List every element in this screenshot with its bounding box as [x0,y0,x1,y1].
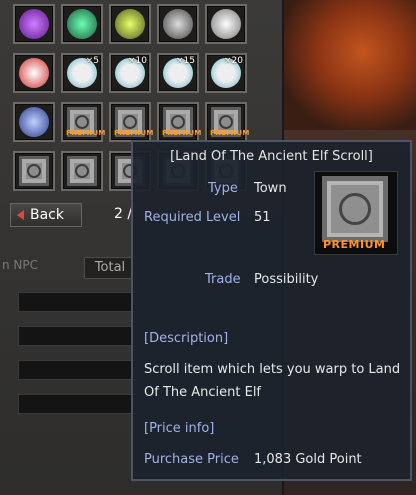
scroll-icon [67,156,97,186]
item-tooltip: [Land Of The Ancient Elf Scroll] Type To… [131,140,412,481]
yellow-gear-icon [115,9,145,39]
inventory-slot[interactable] [13,53,55,93]
stack-count: ×20 [224,56,243,66]
total-row [18,292,135,312]
description-text: Scroll item which lets you warp to Land … [144,362,401,400]
scroll-icon [19,156,49,186]
total-row [18,326,135,346]
total-tab[interactable]: Total [84,257,136,279]
inventory-slot[interactable]: PREMIUM [205,102,250,142]
trade-value: Possibility [254,272,319,287]
back-label: Back [30,207,64,223]
inventory-slot[interactable] [13,102,55,142]
back-button[interactable]: Back [10,203,82,227]
premium-tag: PREMIUM [210,129,250,137]
back-arrow-icon [17,210,24,220]
total-row [18,394,135,414]
page-number: 2 / [114,206,133,222]
green-gear-icon [67,9,97,39]
inventory-slot[interactable]: PREMIUM [109,102,154,142]
premium-tag: PREMIUM [162,129,202,137]
inventory-slot[interactable] [61,4,103,44]
skull-gear-icon [163,9,193,39]
inventory-slot[interactable]: PREMIUM [157,102,202,142]
inventory-slot[interactable] [61,151,103,191]
type-label: Type [208,181,238,196]
inventory-slot[interactable]: ×20 [205,53,247,93]
price-info-header: [Price info] [144,421,215,436]
inventory-slot[interactable]: ×10 [109,53,151,93]
npc-label: n NPC [2,258,39,272]
inventory-slot[interactable]: ×5 [61,53,103,93]
red-helmet-icon [19,58,49,88]
premium-tag: PREMIUM [66,129,106,137]
item-title: [Land Of The Ancient Elf Scroll] [170,149,373,164]
player-character [282,0,416,130]
inventory-slot[interactable] [205,4,247,44]
required-level-label: Required Level [144,210,241,225]
type-value: Town [254,181,287,196]
item-image: PREMIUM [314,171,398,255]
description-header: [Description] [144,331,229,346]
inventory-slot[interactable] [109,4,151,44]
trade-label: Trade [205,272,241,287]
stack-count: ×5 [85,56,99,66]
stack-count: ×15 [176,56,195,66]
premium-badge: PREMIUM [323,238,386,251]
total-row [18,360,135,380]
stack-count: ×10 [128,56,147,66]
swirl-gem-icon [19,107,49,137]
inventory-slot[interactable] [13,151,55,191]
required-level-value: 51 [254,210,271,225]
inventory-slot[interactable] [157,4,199,44]
purchase-price-label: Purchase Price [144,452,239,467]
inventory-slot[interactable] [13,4,55,44]
scroll-icon [322,176,388,242]
purchase-price-value: 1,083 Gold Point [254,452,362,467]
premium-tag: PREMIUM [114,129,154,137]
helmet-icon [211,9,241,39]
purple-orb-icon [19,9,49,39]
inventory-slot[interactable]: ×15 [157,53,199,93]
inventory-slot[interactable]: PREMIUM [61,102,106,142]
